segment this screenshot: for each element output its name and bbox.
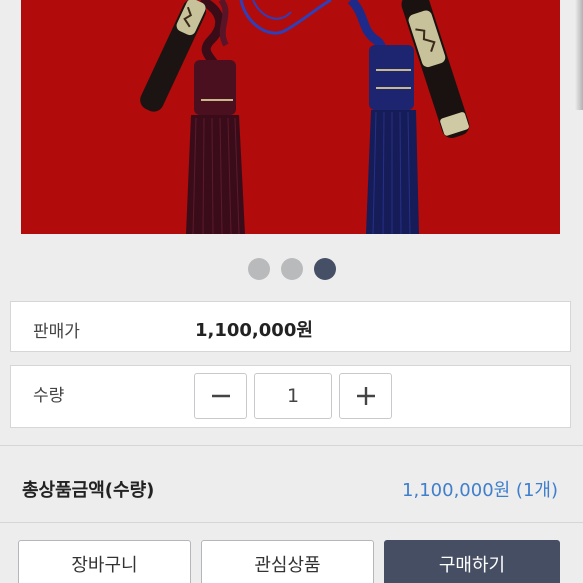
price-label: 판매가: [33, 322, 80, 342]
increase-quantity-button[interactable]: [339, 373, 392, 419]
price-row: 판매가 1,100,000원: [10, 301, 571, 352]
carousel-dot-2[interactable]: [280, 258, 303, 280]
price-value: 1,100,000원: [195, 320, 313, 341]
carousel-dot-1[interactable]: [247, 258, 270, 280]
product-image[interactable]: [21, 0, 560, 234]
plus-icon: [356, 387, 375, 405]
buy-now-button[interactable]: 구매하기: [384, 540, 560, 583]
quantity-row: 수량 1: [10, 365, 571, 428]
add-to-cart-button[interactable]: 장바구니: [18, 540, 191, 583]
scroll-edge-shadow: [575, 0, 583, 110]
minus-icon: [211, 394, 230, 398]
total-label: 총상품금액(수량): [22, 480, 155, 501]
carousel-indicator: [0, 258, 583, 280]
wishlist-button[interactable]: 관심상품: [201, 540, 374, 583]
norigae-tassel-photo: [21, 0, 560, 234]
total-row: 총상품금액(수량) 1,100,000원 (1개): [0, 445, 583, 523]
carousel-dot-3-active[interactable]: [313, 258, 336, 280]
quantity-label: 수량: [33, 386, 65, 406]
action-buttons: 장바구니 관심상품 구매하기: [18, 540, 560, 583]
quantity-input[interactable]: 1: [254, 373, 332, 419]
total-value: 1,100,000원 (1개): [402, 480, 558, 501]
decrease-quantity-button[interactable]: [194, 373, 247, 419]
quantity-stepper: 1: [194, 373, 392, 419]
